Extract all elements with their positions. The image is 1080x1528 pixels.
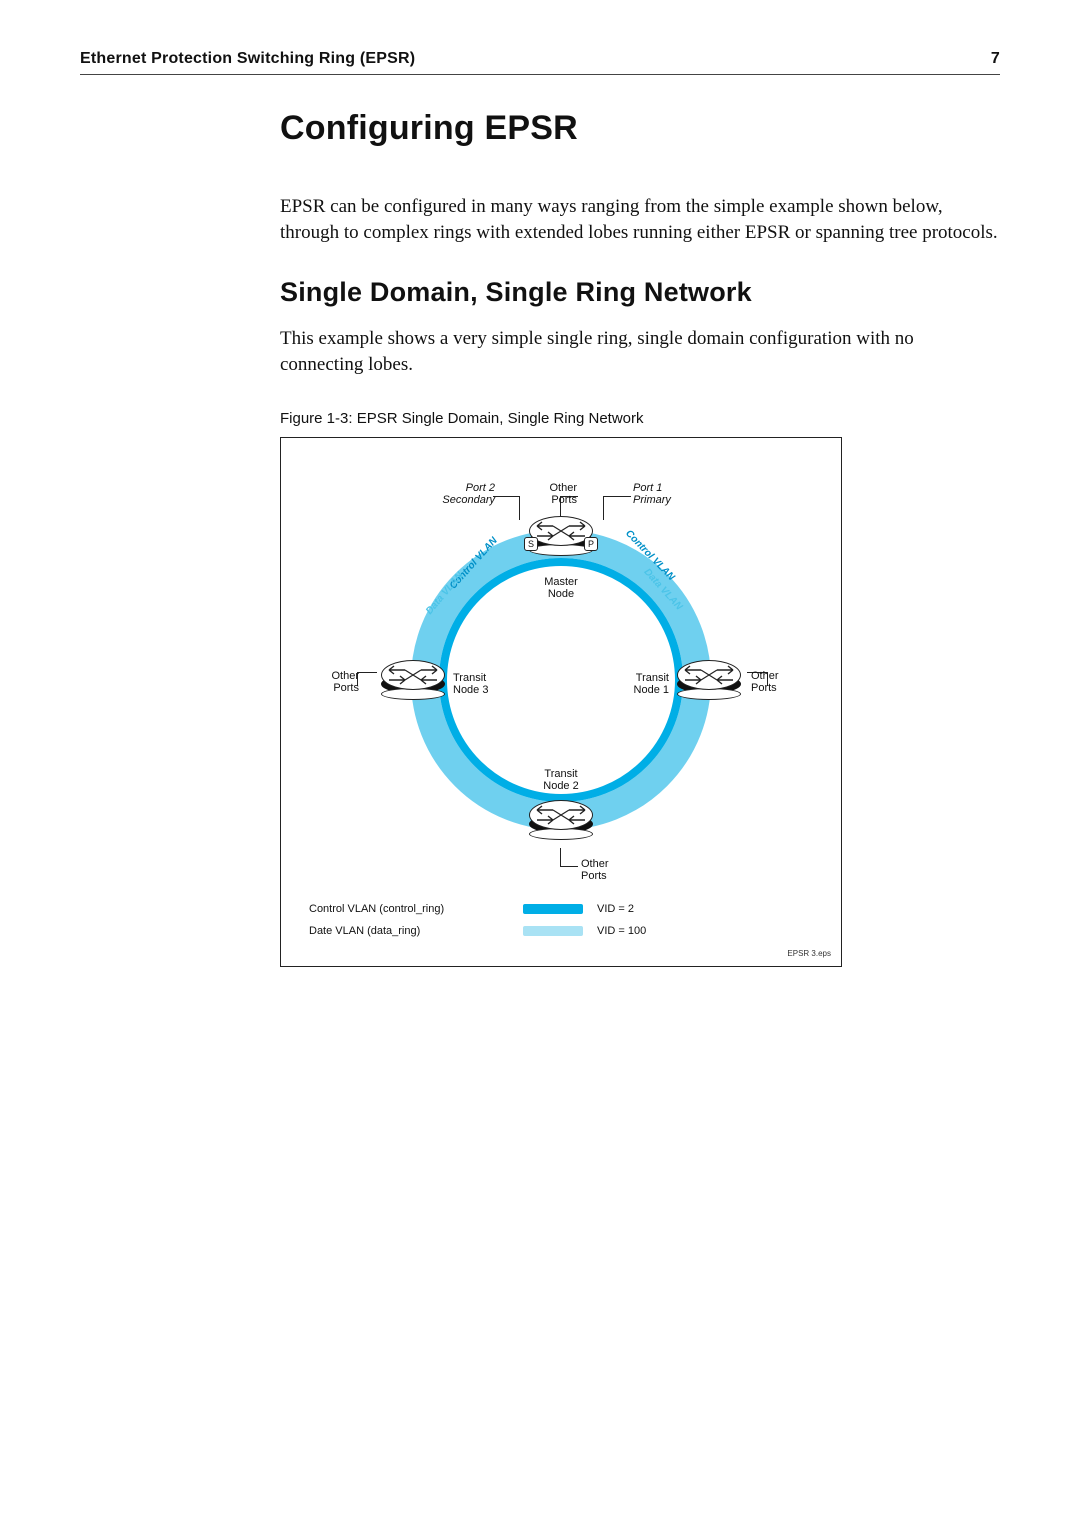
label-other-ports-top: OtherPorts — [549, 482, 577, 507]
label-transit-3: TransitNode 3 — [453, 672, 488, 697]
switch-icon — [535, 518, 587, 544]
legend-label-data: Date VLAN (data_ring) — [309, 925, 509, 937]
switch-icon — [683, 662, 735, 688]
badge-s: S — [524, 537, 538, 551]
figure-epsr-ring: Control VLAN Data VLAN Control VLAN Data… — [280, 437, 842, 967]
label-other-ports-right: OtherPorts — [751, 670, 779, 695]
node-transit-3 — [381, 660, 445, 704]
figure-legend: Control VLAN (control_ring) VID = 2 Date… — [309, 898, 677, 942]
legend-vid-data: VID = 100 — [597, 925, 677, 937]
legend-swatch-control — [523, 904, 583, 914]
figure-filename: EPSR 3.eps — [787, 949, 831, 958]
switch-icon — [387, 662, 439, 688]
label-transit-1: TransitNode 1 — [634, 672, 669, 697]
page-title: Configuring EPSR — [280, 109, 1000, 148]
legend-row-control: Control VLAN (control_ring) VID = 2 — [309, 898, 677, 920]
label-other-ports-bottom: OtherPorts — [581, 858, 609, 883]
section-heading: Single Domain, Single Ring Network — [280, 277, 1000, 308]
badge-p: P — [584, 537, 598, 551]
section-paragraph: This example shows a very simple single … — [280, 326, 1000, 377]
content-column: Configuring EPSR EPSR can be configured … — [280, 109, 1000, 967]
page: Ethernet Protection Switching Ring (EPSR… — [0, 0, 1080, 1528]
legend-swatch-data — [523, 926, 583, 936]
label-port1-primary: Port 1Primary — [633, 482, 671, 507]
label-master: MasterNode — [544, 576, 578, 601]
legend-vid-control: VID = 2 — [597, 903, 677, 915]
label-transit-2: TransitNode 2 — [543, 768, 578, 793]
node-transit-2 — [529, 800, 593, 844]
label-port2-secondary: Port 2Secondary — [442, 482, 495, 507]
intro-paragraph: EPSR can be configured in many ways rang… — [280, 194, 1000, 245]
running-head: Ethernet Protection Switching Ring (EPSR… — [80, 50, 1000, 75]
label-other-ports-left: OtherPorts — [331, 670, 359, 695]
running-head-title: Ethernet Protection Switching Ring (EPSR… — [80, 50, 415, 68]
figure-caption: Figure 1-3: EPSR Single Domain, Single R… — [280, 410, 1000, 427]
legend-row-data: Date VLAN (data_ring) VID = 100 — [309, 920, 677, 942]
node-transit-1 — [677, 660, 741, 704]
switch-icon — [535, 802, 587, 828]
page-number: 7 — [991, 50, 1000, 68]
legend-label-control: Control VLAN (control_ring) — [309, 903, 509, 915]
